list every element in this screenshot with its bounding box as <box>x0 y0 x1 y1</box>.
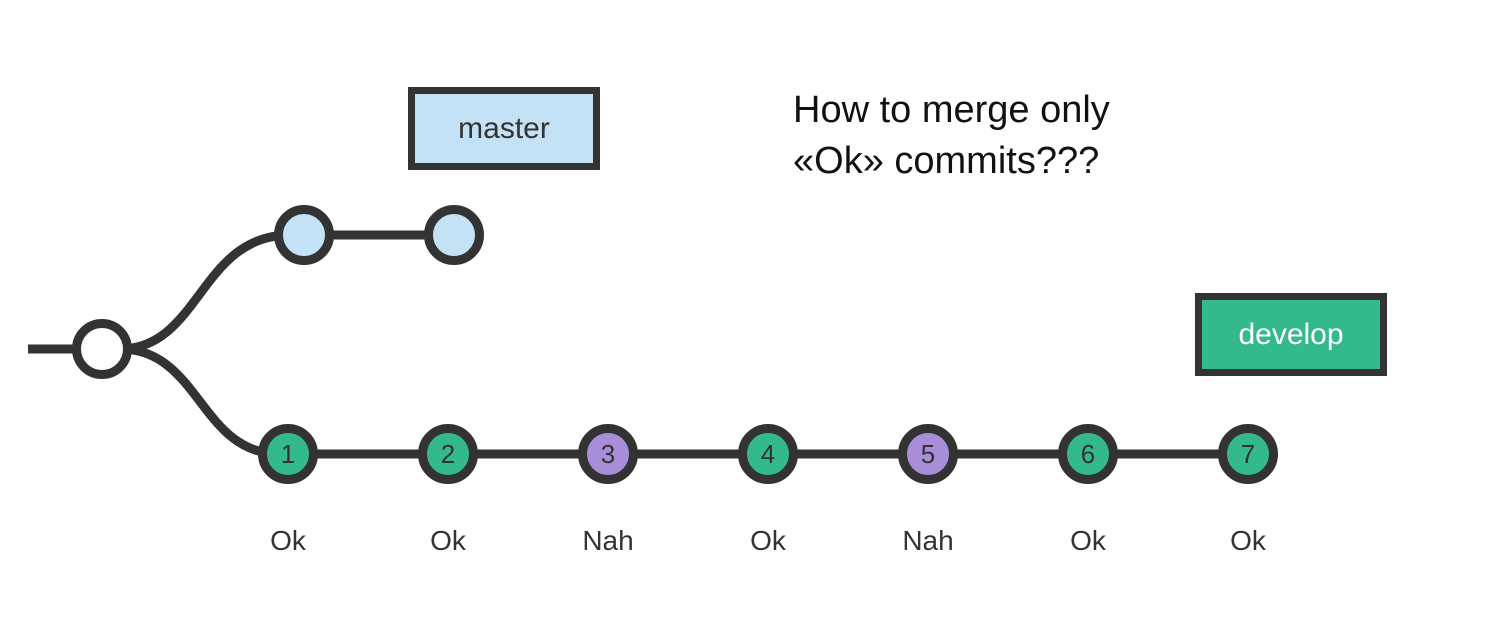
commit-number: 1 <box>281 439 295 470</box>
commit-number: 7 <box>1241 439 1255 470</box>
commit-number: 4 <box>761 439 775 470</box>
develop-commit-node-6: 6 <box>1058 424 1118 484</box>
root-commit-node <box>72 319 132 379</box>
commit-number: 3 <box>601 439 615 470</box>
connection-lines <box>0 0 1500 617</box>
develop-commit-node-5: 5 <box>898 424 958 484</box>
master-commit-node <box>274 205 334 265</box>
diagram-canvas: master develop 1 2 3 4 5 6 7 Ok Ok Nah O… <box>0 0 1500 617</box>
develop-commit-node-1: 1 <box>258 424 318 484</box>
develop-commit-node-3: 3 <box>578 424 638 484</box>
commit-number: 5 <box>921 439 935 470</box>
develop-commit-node-7: 7 <box>1218 424 1278 484</box>
develop-commit-node-2: 2 <box>418 424 478 484</box>
commit-number: 2 <box>441 439 455 470</box>
develop-commit-node-4: 4 <box>738 424 798 484</box>
master-commit-node <box>424 205 484 265</box>
commit-number: 6 <box>1081 439 1095 470</box>
